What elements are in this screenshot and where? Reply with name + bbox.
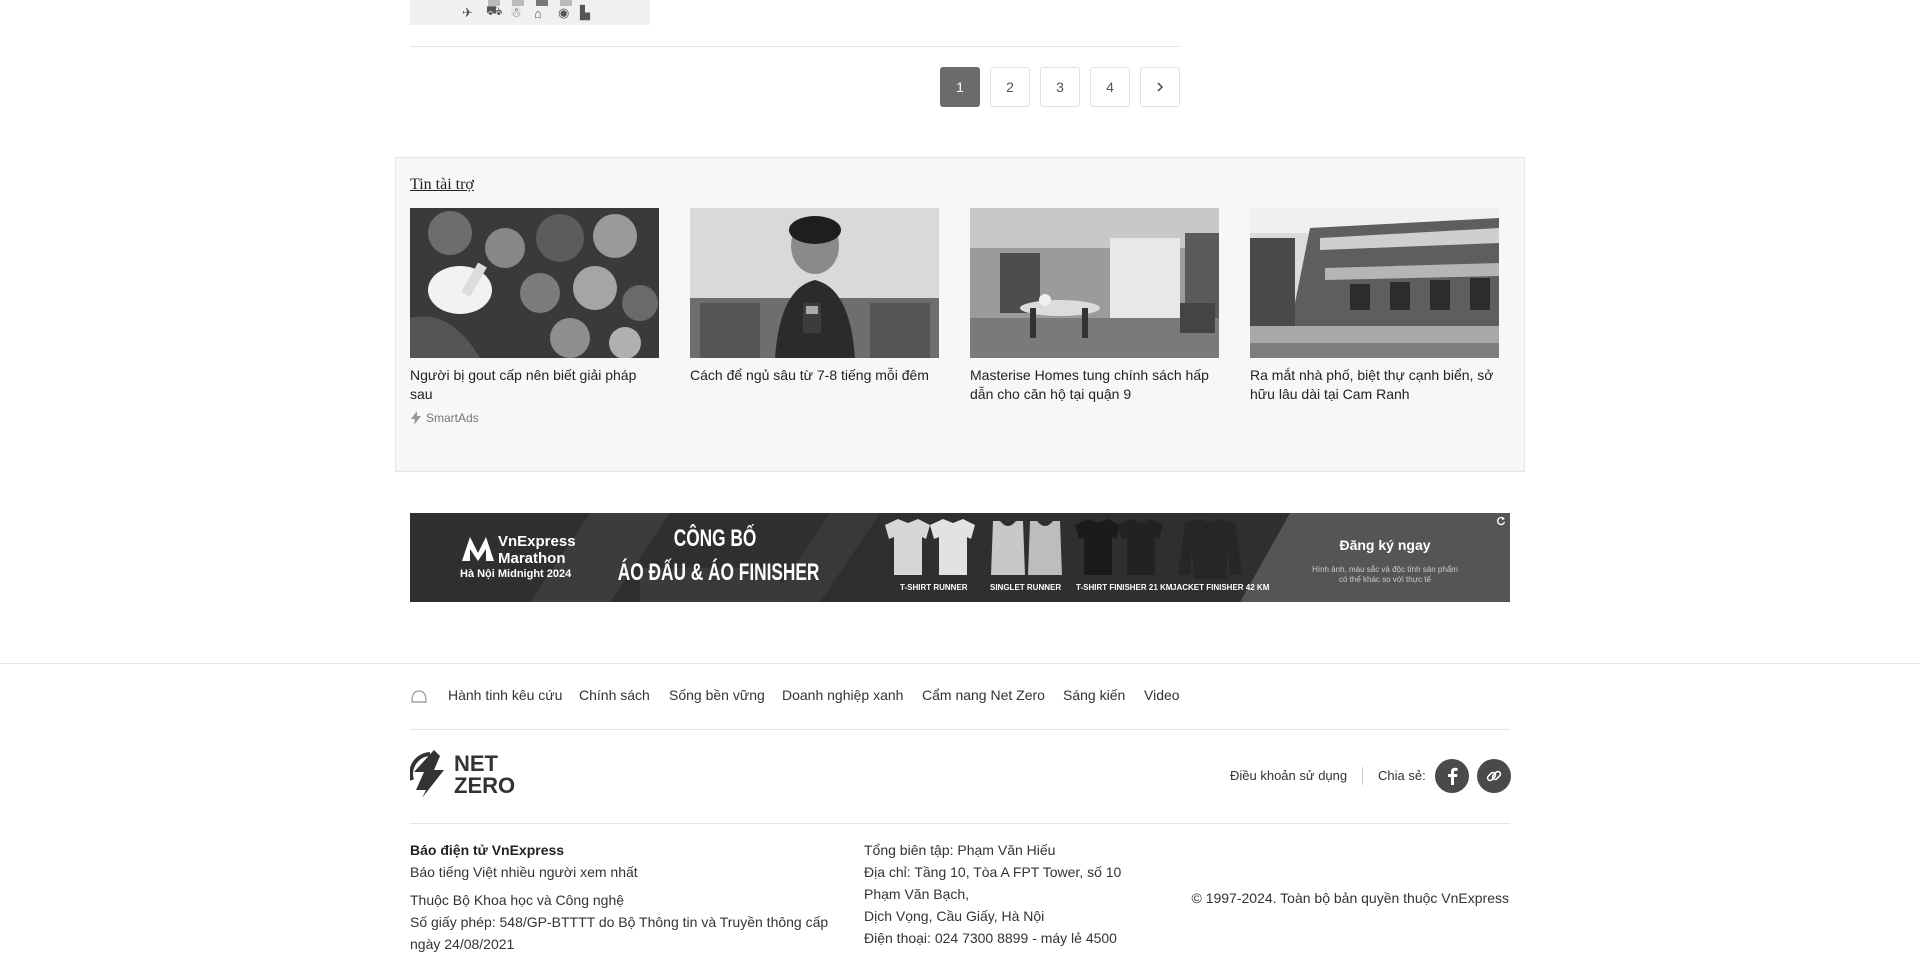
footer-separator <box>1362 767 1363 785</box>
footer-nav-song-ben-vung[interactable]: Sống bền vững <box>669 687 765 703</box>
sponsored-title[interactable]: Tin tài trợ <box>410 176 474 194</box>
facebook-share-button[interactable] <box>1435 759 1469 793</box>
sponsored-link-3[interactable]: Masterise Homes tung chính sách hấp dẫn … <box>970 366 1222 404</box>
article-thumbnail[interactable]: ✈ ⛟ ☃ ⌂ ◉ ▙ <box>410 0 650 25</box>
page-4-button[interactable]: 4 <box>1090 67 1130 107</box>
smartads-label[interactable]: SmartAds <box>410 411 479 425</box>
sponsored-image-4[interactable] <box>1250 208 1499 358</box>
shirt-label-4: JACKET FINISHER 42 KM <box>1172 583 1270 592</box>
page-1-button[interactable]: 1 <box>940 67 980 107</box>
shirt-label-2: SINGLET RUNNER <box>990 583 1062 592</box>
marathon-logo-icon <box>462 537 494 561</box>
page-3-button[interactable]: 3 <box>1040 67 1080 107</box>
footer-nav-doanh-nghiep-xanh[interactable]: Doanh nghiệp xanh <box>782 687 903 703</box>
next-page-button[interactable] <box>1140 67 1180 107</box>
logo-net: NET <box>454 751 498 776</box>
footer-divider <box>410 729 1510 730</box>
home-icon[interactable] <box>410 687 428 705</box>
link-icon <box>1486 770 1502 782</box>
sponsored-image-1[interactable] <box>410 208 659 358</box>
footer-divider-2 <box>410 823 1510 824</box>
sponsored-image-3[interactable] <box>970 208 1219 358</box>
banner-brand-2: Marathon <box>498 550 566 567</box>
footer-col-publisher: Báo điện tử VnExpress Báo tiếng Việt nhi… <box>410 839 840 955</box>
publisher-tagline: Báo tiếng Việt nhiều người xem nhất <box>410 864 638 880</box>
refresh-icon[interactable] <box>1496 516 1506 526</box>
net-zero-bolt-icon <box>410 750 444 798</box>
copyright: © 1997-2024. Toàn bộ bản quyền thuộc VnE… <box>1191 890 1509 906</box>
publisher-owner: Thuộc Bộ Khoa học và Công nghệ <box>410 892 625 908</box>
banner-headline-1: CÔNG BỐ <box>673 525 757 552</box>
gauge-icon: ◉ <box>558 5 570 20</box>
footer-nav-sang-kien[interactable]: Sáng kiến <box>1063 687 1125 703</box>
banner-cta[interactable]: Đăng ký ngay <box>1310 537 1460 553</box>
truck-icon: ⛟ <box>486 3 503 18</box>
office-address-2: Dịch Vọng, Cầu Giấy, Hà Nội <box>864 908 1045 924</box>
footer-top-border <box>0 663 1920 664</box>
page-2-button[interactable]: 2 <box>990 67 1030 107</box>
banner-headline-2: ÁO ĐẤU & ÁO FINISHER <box>617 559 820 586</box>
footer-col-contact: Tổng biên tập: Phạm Văn Hiếu Địa chỉ: Tầ… <box>864 839 1154 949</box>
marathon-banner-ad[interactable]: VnExpress Marathon Hà Nội Midnight 2024 … <box>410 513 1510 602</box>
facebook-icon <box>1448 767 1458 785</box>
footer-nav-video[interactable]: Video <box>1144 687 1180 703</box>
phone-number: Điện thoại: 024 7300 8899 - máy lẻ 4500 <box>864 930 1117 946</box>
footer-nav-cam-nang[interactable]: Cẩm nang Net Zero <box>922 687 1045 703</box>
footer-nav-chinh-sach[interactable]: Chính sách <box>579 687 650 703</box>
editor-in-chief: Tổng biên tập: Phạm Văn Hiếu <box>864 842 1056 858</box>
shirts-graphic <box>885 519 1242 579</box>
bolt-icon <box>411 411 421 425</box>
banner-disclaimer: Hình ảnh, màu sắc và độc tính sản phẩm c… <box>1312 565 1458 584</box>
banner-brand-1: VnExpress <box>498 533 576 550</box>
logo-zero: ZERO <box>454 773 516 798</box>
shirt-label-1: T-SHIRT RUNNER <box>900 583 968 592</box>
terms-link[interactable]: Điều khoản sử dụng <box>1230 768 1347 783</box>
sponsored-link-2[interactable]: Cách để ngủ sâu từ 7-8 tiếng mỗi đêm <box>690 366 942 385</box>
building-icon: ⌂ <box>534 6 542 21</box>
plane-icon: ✈ <box>462 5 473 20</box>
sponsored-link-1[interactable]: Người bị gout cấp nên biết giải pháp sau <box>410 366 662 404</box>
shirt-label-3: T-SHIRT FINISHER 21 KM <box>1076 583 1173 592</box>
worker-icon: ☃ <box>510 5 522 20</box>
chevron-right-icon <box>1157 82 1164 92</box>
sponsored-link-4[interactable]: Ra mắt nhà phố, biệt thự cạnh biển, sở h… <box>1250 366 1502 404</box>
office-address: Địa chỉ: Tầng 10, Tòa A FPT Tower, số 10… <box>864 864 1122 902</box>
footer-nav-hanh-tinh[interactable]: Hành tinh kêu cứu <box>448 687 562 703</box>
copy-link-button[interactable] <box>1477 759 1511 793</box>
banner-brand-3: Hà Nội Midnight 2024 <box>460 568 572 580</box>
smartads-text: SmartAds <box>426 411 479 425</box>
sponsored-image-2[interactable] <box>690 208 939 358</box>
publisher-name: Báo điện tử VnExpress <box>410 842 565 858</box>
share-label: Chia sẻ: <box>1378 768 1426 783</box>
publisher-license: Số giấy phép: 548/GP-BTTTT do Bộ Thông t… <box>410 914 829 952</box>
factory-icon: ▙ <box>580 5 590 20</box>
divider <box>410 46 1180 47</box>
